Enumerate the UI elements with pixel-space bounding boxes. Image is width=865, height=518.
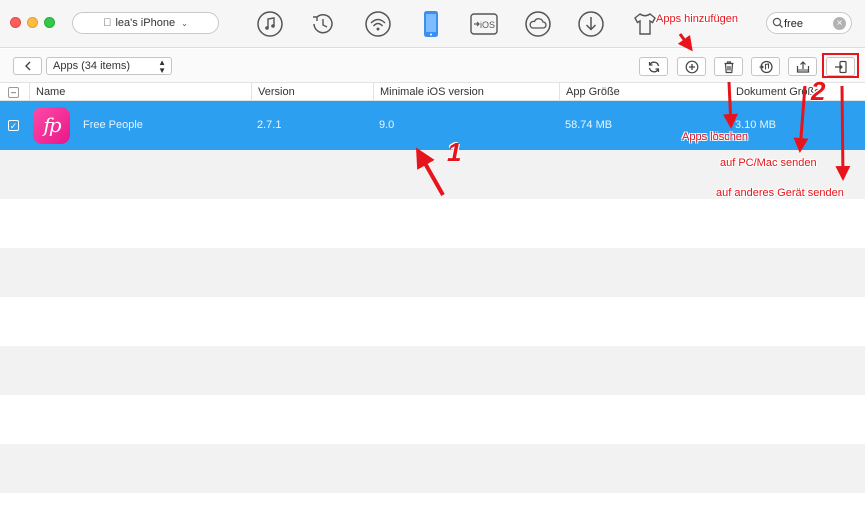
empty-row <box>0 248 865 297</box>
annotation-delete-apps: Apps löschen <box>682 131 749 143</box>
wifi-icon[interactable] <box>364 10 392 38</box>
empty-row <box>0 444 865 493</box>
chevron-left-icon <box>24 61 30 71</box>
column-header-name[interactable]: Name <box>29 83 251 101</box>
column-header-app-size[interactable]: App Größe <box>559 83 729 101</box>
clear-search-icon[interactable]: × <box>833 17 846 30</box>
minimize-window-button[interactable] <box>27 17 38 28</box>
zoom-window-button[interactable] <box>44 17 55 28</box>
search-box[interactable]: × <box>766 12 852 34</box>
column-header-version[interactable]: Version <box>251 83 373 101</box>
ios-label: iOS <box>480 20 495 30</box>
close-window-button[interactable] <box>10 17 21 28</box>
device-name: lea's iPhone <box>111 17 175 29</box>
select-all-checkbox[interactable]: – <box>8 87 19 98</box>
export-to-computer-icon <box>796 60 809 73</box>
delete-apps-button[interactable] <box>714 57 743 76</box>
back-button[interactable] <box>13 57 42 75</box>
category-select-label: Apps (34 items) <box>53 60 131 72</box>
empty-row <box>0 199 865 248</box>
column-header-min-ios[interactable]: Minimale iOS version <box>373 83 559 101</box>
refresh-button[interactable] <box>639 57 668 76</box>
chevron-down-icon: ⌄ <box>176 18 188 28</box>
app-version: 2.7.1 <box>257 119 282 131</box>
app-size: 58.74 MB <box>565 119 613 131</box>
history-icon[interactable] <box>308 10 336 38</box>
row-checkbox[interactable]: ✓ <box>8 120 19 131</box>
tshirt-icon[interactable] <box>631 10 659 38</box>
send-to-itunes-button[interactable] <box>751 57 780 76</box>
music-icon[interactable] <box>256 10 284 38</box>
app-min-ios: 9.0 <box>379 119 395 131</box>
table-header: – Name Version Minimale iOS version App … <box>0 82 865 101</box>
free-people-app-icon: fp <box>33 107 70 144</box>
annotation-number-2: 2 <box>811 76 826 106</box>
download-icon[interactable] <box>577 10 605 38</box>
app-name: Free People <box>83 119 143 131</box>
add-icon <box>685 60 698 73</box>
column-header-doc-size[interactable]: Dokument Größe <box>729 83 865 101</box>
empty-row <box>0 346 865 395</box>
empty-row <box>0 493 865 518</box>
annotation-send-pc-mac: auf PC/Mac senden <box>720 157 817 169</box>
updown-chevron-icon: ▲ ▼ <box>158 58 166 75</box>
empty-row <box>0 297 865 346</box>
annotation-number-1: 1 <box>447 137 462 167</box>
search-icon <box>772 17 783 28</box>
iphone-icon[interactable] <box>417 10 445 38</box>
highlight-box <box>822 53 859 78</box>
annotation-add-apps: Apps hinzufügen <box>656 13 738 25</box>
apple-icon:  <box>103 17 111 29</box>
add-apps-button[interactable] <box>677 57 706 76</box>
to-ios-icon[interactable]: iOS <box>470 10 498 38</box>
trash-icon <box>724 60 733 73</box>
refresh-icon <box>648 61 659 72</box>
annotation-send-other-device: auf anderes Gerät senden <box>716 187 844 199</box>
send-to-pc-mac-button[interactable] <box>788 57 817 76</box>
device-selector[interactable]:  lea's iPhone ⌄ <box>72 12 219 34</box>
itunes-transfer-icon <box>759 60 773 73</box>
empty-row <box>0 395 865 444</box>
search-input[interactable] <box>784 16 824 31</box>
category-select[interactable]: Apps (34 items) ▲ ▼ <box>46 57 172 75</box>
cloud-icon[interactable] <box>524 10 552 38</box>
